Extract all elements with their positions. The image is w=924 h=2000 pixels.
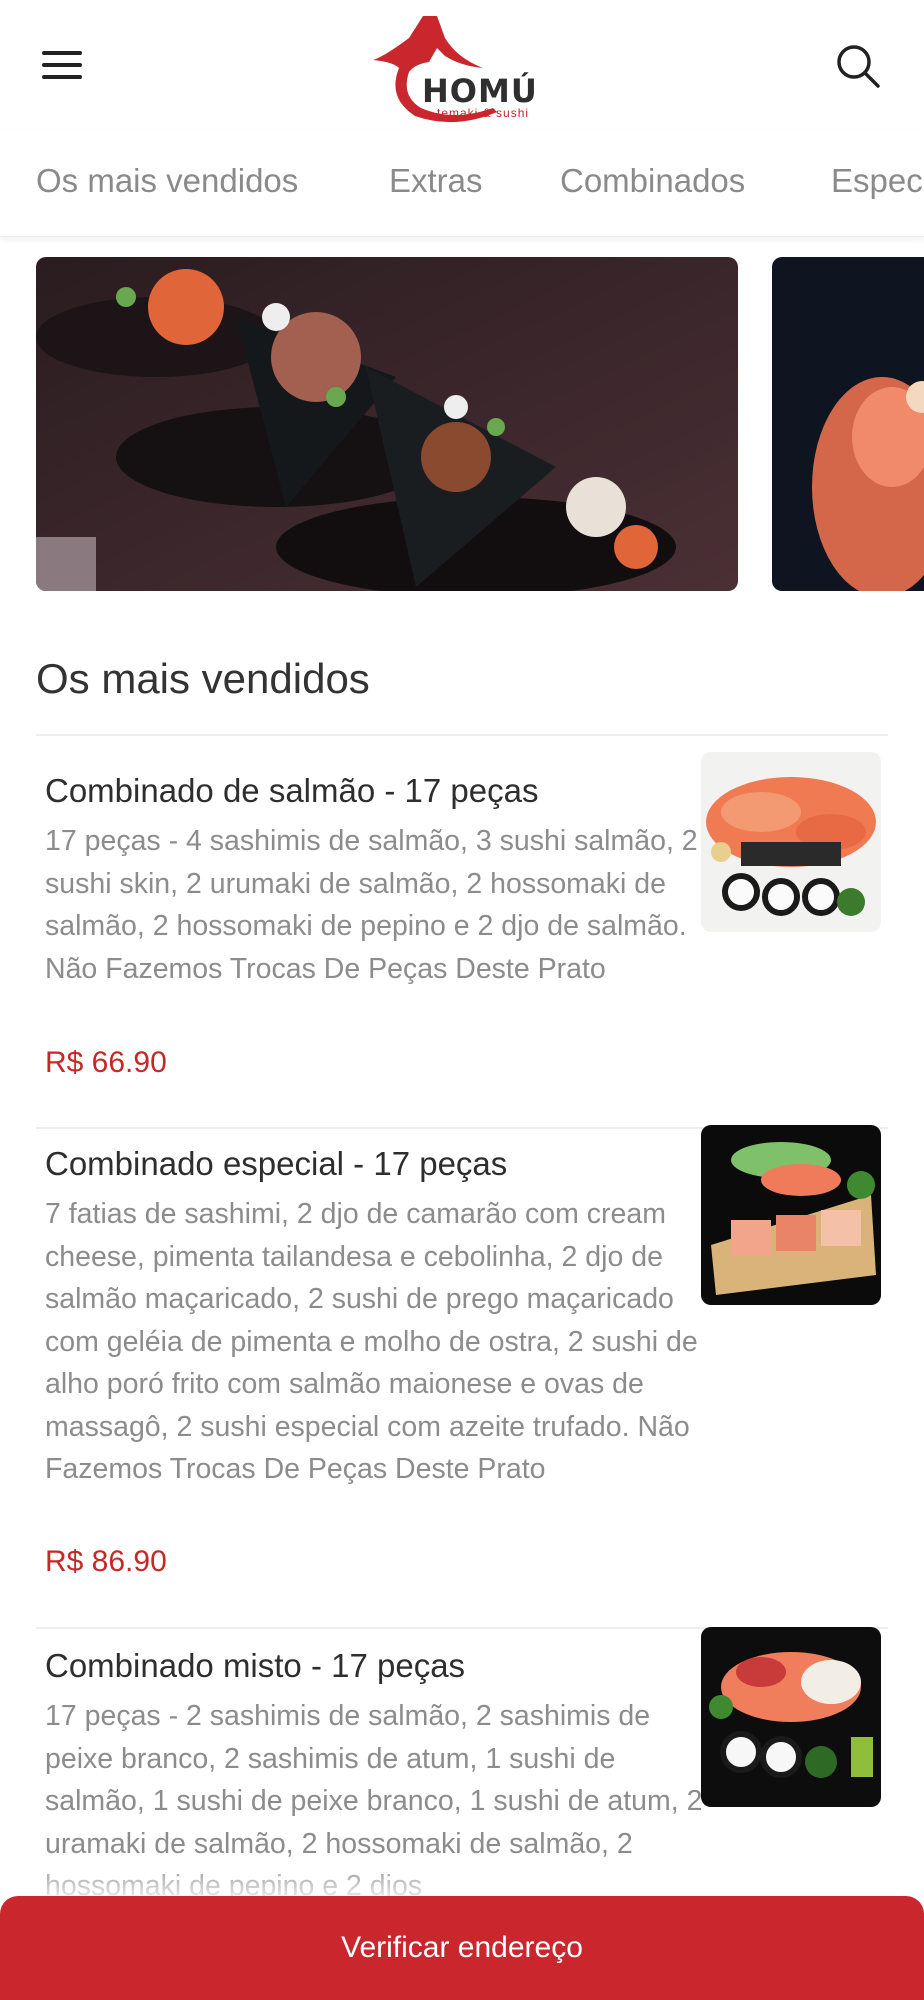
section-title: Os mais vendidos (36, 655, 370, 702)
mixed-combo-image (701, 1627, 881, 1807)
item-price: R$ 86.90 (45, 1545, 167, 1578)
menu-button[interactable] (36, 40, 90, 90)
item-title: Combinado de salmão - 17 peças (45, 772, 539, 809)
menu-item-combinado-especial[interactable]: Combinado especial - 17 peças 7 fatias d… (36, 1125, 888, 1605)
special-combo-image (701, 1125, 881, 1305)
item-title: Combinado misto - 17 peças (45, 1647, 466, 1684)
divider (36, 734, 888, 736)
tab-extras[interactable]: Extras (389, 162, 483, 200)
menu-item-combinado-salmao[interactable]: Combinado de salmão - 17 peças 17 peças … (36, 752, 888, 1112)
sushi-banner-image (772, 257, 924, 591)
item-thumbnail (701, 752, 881, 932)
brand-name: HOMÚ (422, 72, 538, 110)
item-title: Combinado especial - 17 peças (45, 1145, 508, 1182)
temaki-banner-image (36, 257, 738, 591)
tab-os-mais-vendidos[interactable]: Os mais vendidos (36, 162, 298, 200)
brand-tagline: temaki & sushi (437, 106, 530, 120)
app-header: HOMÚ temaki & sushi (0, 0, 924, 130)
hamburger-menu-icon (42, 51, 82, 55)
search-icon (837, 45, 880, 88)
item-description: 17 peças - 4 sashimis de salmão, 3 sushi… (45, 825, 698, 985)
tab-especiais[interactable]: Espec (831, 162, 923, 200)
category-tabs: Os mais vendidos Extras Combinados Espec (0, 130, 924, 237)
scroll-fade (0, 1860, 924, 1900)
item-thumbnail (701, 1627, 881, 1807)
search-button[interactable] (828, 36, 888, 96)
verify-address-button[interactable]: Verificar endereço (0, 1896, 924, 2000)
item-description: 7 fatias de sashimi, 2 djo de camarão co… (45, 1198, 698, 1485)
item-thumbnail (701, 1125, 881, 1305)
promo-banner-temaki[interactable] (36, 257, 738, 591)
item-price: R$ 66.90 (45, 1046, 167, 1079)
salmon-combo-image (701, 752, 881, 932)
promo-banner-second[interactable] (772, 257, 924, 591)
brand-logo[interactable]: HOMÚ temaki & sushi (365, 8, 565, 126)
tab-combinados[interactable]: Combinados (560, 162, 745, 200)
